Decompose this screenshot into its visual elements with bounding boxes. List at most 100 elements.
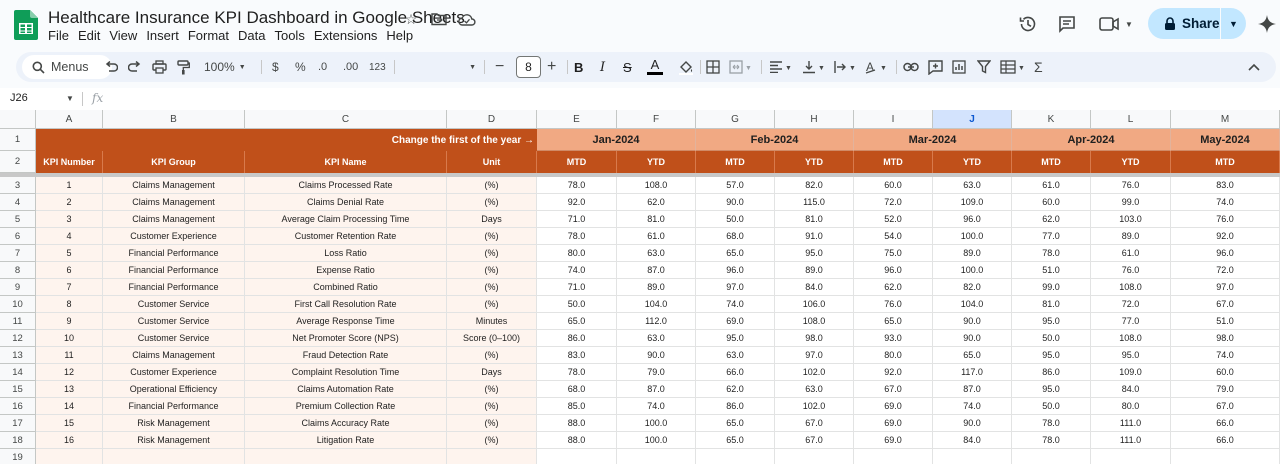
value-cell[interactable]: 63.0 <box>617 245 696 262</box>
value-cell[interactable]: 84.0 <box>933 432 1012 449</box>
value-cell[interactable]: 65.0 <box>854 313 933 330</box>
row-header-4[interactable]: 4 <box>0 194 36 211</box>
value-cell[interactable]: 79.0 <box>1171 381 1280 398</box>
empty-cell[interactable] <box>447 449 537 464</box>
value-cell[interactable]: 60.0 <box>1012 194 1091 211</box>
name-box[interactable]: J26 <box>10 92 28 104</box>
font-size-input[interactable]: 8 <box>516 56 541 78</box>
column-header-l[interactable]: L <box>1091 110 1171 129</box>
value-cell[interactable]: 93.0 <box>854 330 933 347</box>
share-dropdown-icon[interactable]: ▼ <box>1220 8 1246 39</box>
value-cell[interactable]: 97.0 <box>1171 279 1280 296</box>
value-cell[interactable]: 62.0 <box>1012 211 1091 228</box>
value-cell[interactable]: 103.0 <box>1091 211 1171 228</box>
value-cell[interactable]: 96.0 <box>1171 245 1280 262</box>
value-cell[interactable]: 80.0 <box>537 245 617 262</box>
kpi-name-cell[interactable]: Expense Ratio <box>245 262 447 279</box>
column-header-d[interactable]: D <box>447 110 537 129</box>
row-header-9[interactable]: 9 <box>0 279 36 296</box>
zoom-select[interactable]: 100% ▼ <box>204 52 246 82</box>
value-cell[interactable]: 77.0 <box>1012 228 1091 245</box>
value-cell[interactable]: 109.0 <box>1091 364 1171 381</box>
row-header-15[interactable]: 15 <box>0 381 36 398</box>
kpi-group-cell[interactable]: Claims Management <box>103 177 245 194</box>
value-cell[interactable]: 108.0 <box>617 177 696 194</box>
menu-edit[interactable]: Edit <box>78 28 105 43</box>
column-header-j[interactable]: J <box>933 110 1012 129</box>
column-header-e[interactable]: E <box>537 110 617 129</box>
kpi-number-cell[interactable]: 2 <box>36 194 103 211</box>
value-cell[interactable]: 62.0 <box>617 194 696 211</box>
value-cell[interactable]: 86.0 <box>1012 364 1091 381</box>
value-cell[interactable]: 65.0 <box>537 313 617 330</box>
column-header-f[interactable]: F <box>617 110 696 129</box>
paint-format-icon[interactable] <box>177 52 190 82</box>
value-cell[interactable]: 60.0 <box>854 177 933 194</box>
kpi-group-cell[interactable]: Operational Efficiency <box>103 381 245 398</box>
menu-data[interactable]: Data <box>238 28 270 43</box>
row-header-14[interactable]: 14 <box>0 364 36 381</box>
value-cell[interactable]: 100.0 <box>933 228 1012 245</box>
empty-cell[interactable] <box>1091 449 1171 464</box>
vertical-align-icon[interactable]: ▼ <box>802 52 826 82</box>
kpi-unit-cell[interactable]: (%) <box>447 262 537 279</box>
value-cell[interactable]: 86.0 <box>696 398 775 415</box>
value-cell[interactable]: 95.0 <box>1012 313 1091 330</box>
comments-icon[interactable] <box>1054 12 1080 36</box>
value-cell[interactable]: 81.0 <box>775 211 854 228</box>
row-header-5[interactable]: 5 <box>0 211 36 228</box>
kpi-number-cell[interactable]: 16 <box>36 432 103 449</box>
currency-format-button[interactable]: $ <box>272 52 279 82</box>
kpi-name-cell[interactable]: Average Claim Processing Time <box>245 211 447 228</box>
value-cell[interactable]: 63.0 <box>696 347 775 364</box>
column-header-h[interactable]: H <box>775 110 854 129</box>
value-cell[interactable]: 80.0 <box>854 347 933 364</box>
value-cell[interactable]: 67.0 <box>775 432 854 449</box>
kpi-number-cell[interactable]: 7 <box>36 279 103 296</box>
kpi-group-cell[interactable]: Claims Management <box>103 211 245 228</box>
value-cell[interactable]: 65.0 <box>696 245 775 262</box>
value-cell[interactable]: 87.0 <box>933 381 1012 398</box>
value-cell[interactable]: 100.0 <box>617 432 696 449</box>
empty-cell[interactable] <box>933 449 1012 464</box>
cloud-status-icon[interactable] <box>458 10 476 28</box>
value-cell[interactable]: 63.0 <box>775 381 854 398</box>
version-history-icon[interactable] <box>1015 12 1041 36</box>
menu-insert[interactable]: Insert <box>146 28 184 43</box>
value-cell[interactable]: 74.0 <box>537 262 617 279</box>
value-cell[interactable]: 95.0 <box>1091 347 1171 364</box>
functions-icon[interactable]: Σ <box>1034 52 1043 82</box>
value-cell[interactable]: 96.0 <box>696 262 775 279</box>
value-cell[interactable]: 90.0 <box>696 194 775 211</box>
kpi-name-cell[interactable]: Loss Ratio <box>245 245 447 262</box>
empty-cell[interactable] <box>103 449 245 464</box>
row-header-12[interactable]: 12 <box>0 330 36 347</box>
value-cell[interactable]: 102.0 <box>775 398 854 415</box>
value-cell[interactable]: 63.0 <box>617 330 696 347</box>
italic-button[interactable]: I <box>600 52 605 82</box>
kpi-group-cell[interactable]: Customer Service <box>103 313 245 330</box>
value-cell[interactable]: 65.0 <box>696 415 775 432</box>
value-cell[interactable]: 100.0 <box>933 262 1012 279</box>
value-cell[interactable]: 75.0 <box>854 245 933 262</box>
value-cell[interactable]: 71.0 <box>537 279 617 296</box>
insert-link-icon[interactable] <box>903 52 919 82</box>
value-cell[interactable]: 106.0 <box>775 296 854 313</box>
value-cell[interactable]: 61.0 <box>617 228 696 245</box>
share-button[interactable]: Share ▼ <box>1148 8 1246 39</box>
value-cell[interactable]: 92.0 <box>1171 228 1280 245</box>
kpi-group-cell[interactable]: Financial Performance <box>103 398 245 415</box>
row-header-6[interactable]: 6 <box>0 228 36 245</box>
row-header-2[interactable]: 2 <box>0 151 36 173</box>
column-header-i[interactable]: I <box>854 110 933 129</box>
row-header-10[interactable]: 10 <box>0 296 36 313</box>
meet-icon[interactable]: ▼ <box>1097 12 1135 36</box>
value-cell[interactable]: 79.0 <box>617 364 696 381</box>
value-cell[interactable]: 90.0 <box>933 330 1012 347</box>
value-cell[interactable]: 95.0 <box>1012 347 1091 364</box>
row-header-7[interactable]: 7 <box>0 245 36 262</box>
value-cell[interactable]: 98.0 <box>1171 330 1280 347</box>
kpi-unit-cell[interactable]: (%) <box>447 415 537 432</box>
value-cell[interactable]: 89.0 <box>617 279 696 296</box>
value-cell[interactable]: 108.0 <box>1091 279 1171 296</box>
